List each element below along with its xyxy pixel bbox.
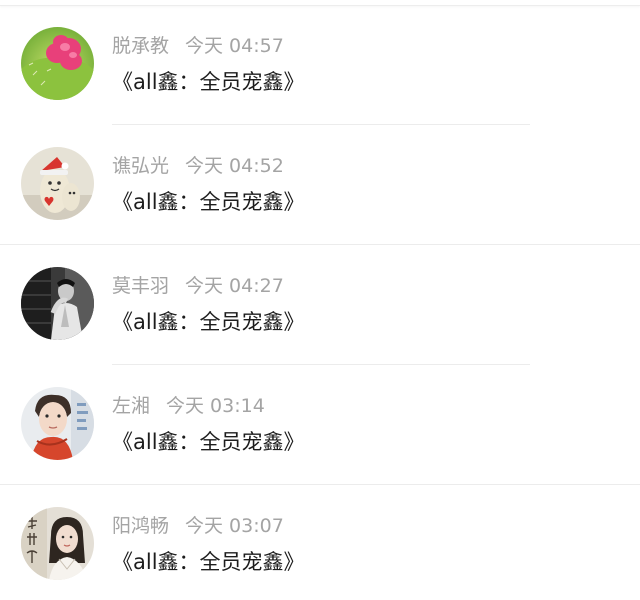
timestamp: 今天 04:57 xyxy=(185,35,284,57)
christmas-doll-photo-icon xyxy=(21,147,94,220)
timestamp: 今天 03:07 xyxy=(185,515,284,537)
list-item[interactable]: 阳鸿畅 今天 03:07 《all鑫：全员宠鑫》 xyxy=(0,485,640,600)
avatar[interactable] xyxy=(21,267,94,340)
list-item[interactable]: 谯弘光 今天 04:52 《all鑫：全员宠鑫》 xyxy=(0,125,640,245)
message-meta: 谯弘光 今天 04:52 xyxy=(112,153,284,179)
avatar[interactable] xyxy=(21,147,94,220)
timestamp: 今天 04:52 xyxy=(185,155,284,177)
message-text[interactable]: 《all鑫：全员宠鑫》 xyxy=(112,67,305,97)
sender-name[interactable]: 谯弘光 xyxy=(112,155,169,177)
message-text[interactable]: 《all鑫：全员宠鑫》 xyxy=(112,187,305,217)
message-meta: 莫丰羽 今天 04:27 xyxy=(112,273,284,299)
man-portrait-bw-photo-icon xyxy=(21,267,94,340)
list-item[interactable]: 莫丰羽 今天 04:27 《all鑫：全员宠鑫》 xyxy=(0,245,640,365)
cactus-flower-photo-icon xyxy=(21,27,94,100)
avatar[interactable] xyxy=(21,507,94,580)
message-meta: 脱承教 今天 04:57 xyxy=(112,33,284,59)
message-text[interactable]: 《all鑫：全员宠鑫》 xyxy=(112,547,305,577)
message-meta: 左湘 今天 03:14 xyxy=(112,393,265,419)
message-meta: 阳鸿畅 今天 03:07 xyxy=(112,513,284,539)
avatar[interactable] xyxy=(21,387,94,460)
sender-name[interactable]: 阳鸿畅 xyxy=(112,515,169,537)
timestamp: 今天 04:27 xyxy=(185,275,284,297)
message-list: 脱承教 今天 04:57 《all鑫：全员宠鑫》 谯弘光 今天 04:52 《a… xyxy=(0,5,640,600)
sender-name[interactable]: 脱承教 xyxy=(112,35,169,57)
list-item[interactable]: 脱承教 今天 04:57 《all鑫：全员宠鑫》 xyxy=(0,5,640,125)
list-item[interactable]: 左湘 今天 03:14 《all鑫：全员宠鑫》 xyxy=(0,365,640,485)
message-text[interactable]: 《all鑫：全员宠鑫》 xyxy=(112,427,305,457)
sender-name[interactable]: 左湘 xyxy=(112,395,150,417)
woman-calligraphy-photo-icon xyxy=(21,507,94,580)
young-man-red-scarf-photo-icon xyxy=(21,387,94,460)
message-text[interactable]: 《all鑫：全员宠鑫》 xyxy=(112,307,305,337)
avatar[interactable] xyxy=(21,27,94,100)
timestamp: 今天 03:14 xyxy=(166,395,265,417)
sender-name[interactable]: 莫丰羽 xyxy=(112,275,169,297)
